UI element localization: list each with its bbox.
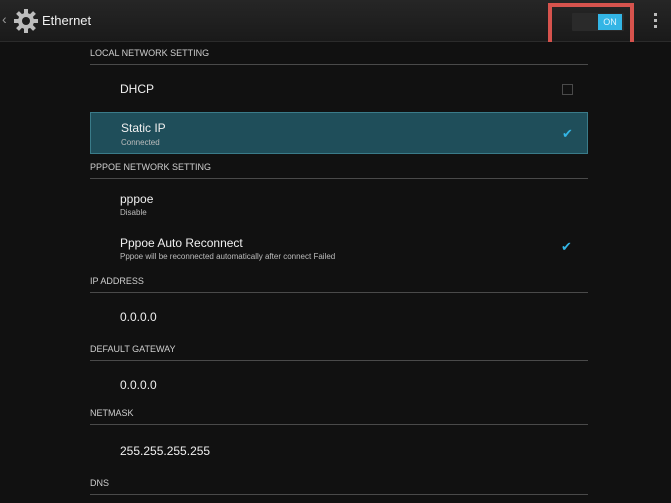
dhcp-label: DHCP: [120, 82, 155, 96]
netmask-value: 255.255.255.255: [120, 444, 211, 458]
overflow-menu-icon[interactable]: [654, 13, 658, 31]
pppoe-auto-reconnect-row[interactable]: Pppoe Auto Reconnect Pppoe will be recon…: [90, 228, 588, 264]
ip-address-value: 0.0.0.0: [120, 310, 157, 324]
section-ip-address: IP ADDRESS: [90, 276, 588, 293]
section-dns: DNS: [90, 478, 588, 495]
auto-reconnect-description: Pppoe will be reconnected automatically …: [120, 252, 336, 261]
pppoe-label: pppoe: [120, 192, 154, 206]
pppoe-row[interactable]: pppoe Disable: [90, 184, 588, 220]
default-gateway-value: 0.0.0.0: [120, 378, 157, 392]
dhcp-row[interactable]: DHCP: [90, 70, 588, 106]
section-pppoe-network: PPPOE NETWORK SETTING: [90, 162, 588, 179]
ip-address-row[interactable]: 0.0.0.0: [90, 298, 588, 334]
static-ip-status: Connected: [121, 138, 160, 147]
action-bar: ‹ Ethernet ON: [0, 0, 671, 55]
auto-reconnect-check-icon[interactable]: ✔: [561, 240, 572, 253]
up-caret-icon[interactable]: ‹: [2, 11, 7, 27]
section-local-network: LOCAL NETWORK SETTING: [90, 48, 588, 65]
netmask-row[interactable]: 255.255.255.255: [90, 434, 588, 470]
default-gateway-row[interactable]: 0.0.0.0: [90, 368, 588, 404]
pppoe-status: Disable: [120, 208, 147, 217]
auto-reconnect-label: Pppoe Auto Reconnect: [120, 236, 243, 250]
page-title: Ethernet: [42, 13, 92, 28]
static-ip-row[interactable]: Static IP Connected ✔: [90, 112, 588, 154]
section-netmask: NETMASK: [90, 408, 588, 425]
dhcp-checkbox[interactable]: [562, 84, 573, 95]
static-ip-check-icon[interactable]: ✔: [562, 127, 573, 140]
settings-list: LOCAL NETWORK SETTING DHCP Static IP Con…: [0, 42, 671, 503]
gear-icon[interactable]: [13, 8, 39, 34]
section-default-gateway: DEFAULT GATEWAY: [90, 344, 588, 361]
static-ip-label: Static IP: [121, 121, 166, 135]
